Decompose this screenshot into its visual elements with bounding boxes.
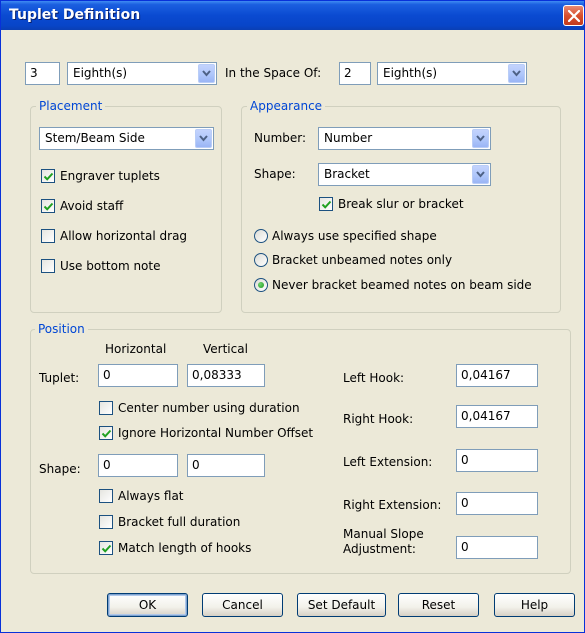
manual-slope-label-line2: Adjustment: (343, 542, 416, 556)
ignore-offset-label: Ignore Horizontal Number Offset (118, 426, 314, 440)
number-value: Number (324, 131, 373, 145)
avoid-staff-label: Avoid staff (60, 199, 124, 213)
left-extension-input[interactable]: 0 (456, 449, 538, 472)
cancel-button[interactable]: Cancel (202, 593, 283, 617)
help-button[interactable]: Help (494, 593, 575, 617)
manual-slope-input[interactable]: 0 (456, 536, 538, 559)
radio-bracket-unbeamed-label: Bracket unbeamed notes only (272, 253, 453, 267)
always-flat-checkbox[interactable] (99, 489, 113, 503)
left-hook-input[interactable]: 0,04167 (456, 364, 538, 387)
space-unit-select[interactable]: Eighth(s) (377, 62, 527, 85)
allow-horizontal-drag-label: Allow horizontal drag (60, 229, 188, 243)
tuplet-definition-dialog: Tuplet Definition 3 Eighth(s) In the Spa… (0, 0, 585, 633)
placement-value: Stem/Beam Side (45, 131, 145, 145)
right-extension-input[interactable]: 0 (456, 492, 538, 515)
horizontal-header: Horizontal (105, 342, 167, 356)
number-label: Number: (254, 131, 307, 145)
left-extension-label: Left Extension: (343, 455, 433, 469)
shape-value: Bracket (324, 167, 370, 181)
placement-select[interactable]: Stem/Beam Side (39, 127, 214, 150)
position-group-title: Position (35, 322, 88, 336)
break-slur-label: Break slur or bracket (338, 197, 464, 211)
chevron-down-icon[interactable] (472, 129, 489, 148)
appearance-group-title: Appearance (247, 99, 326, 113)
always-flat-label: Always flat (118, 489, 184, 503)
tuplet-position-label: Tuplet: (39, 371, 80, 385)
shape-vertical-input[interactable]: 0 (187, 454, 265, 477)
use-bottom-note-checkbox[interactable] (41, 259, 55, 273)
radio-selected-dot (258, 282, 264, 288)
tuplet-vertical-input[interactable]: 0,08333 (187, 364, 265, 387)
tuplet-unit-select[interactable]: Eighth(s) (67, 62, 217, 85)
match-hooks-label: Match length of hooks (118, 541, 252, 555)
right-hook-input[interactable]: 0,04167 (456, 405, 538, 428)
placement-group-title: Placement (36, 99, 106, 113)
break-slur-checkbox[interactable] (319, 197, 333, 211)
chevron-down-icon[interactable] (195, 129, 212, 148)
tuplet-unit-value: Eighth(s) (73, 66, 128, 80)
shape-position-label: Shape: (39, 462, 81, 476)
center-number-checkbox[interactable] (99, 401, 113, 415)
engraver-tuplets-label: Engraver tuplets (60, 169, 160, 183)
manual-slope-label-line1: Manual Slope (343, 527, 424, 541)
radio-always-use-shape-label: Always use specified shape (272, 229, 437, 243)
space-unit-value: Eighth(s) (383, 66, 438, 80)
allow-horizontal-drag-checkbox[interactable] (41, 229, 55, 243)
number-select[interactable]: Number (318, 127, 491, 150)
radio-never-bracket-label: Never bracket beamed notes on beam side (272, 278, 532, 292)
tuplet-horizontal-input[interactable]: 0 (98, 364, 178, 387)
chevron-down-icon[interactable] (508, 64, 525, 83)
right-extension-label: Right Extension: (343, 498, 442, 512)
right-hook-label: Right Hook: (343, 412, 414, 426)
title-bar[interactable]: Tuplet Definition (1, 1, 584, 30)
radio-always-use-shape[interactable] (254, 229, 268, 243)
radio-never-bracket[interactable] (254, 278, 268, 292)
bracket-full-duration-checkbox[interactable] (99, 515, 113, 529)
shape-appearance-label: Shape: (254, 167, 296, 181)
ok-button[interactable]: OK (107, 593, 188, 617)
window-title: Tuplet Definition (9, 7, 141, 23)
chevron-down-icon[interactable] (198, 64, 215, 83)
reset-button[interactable]: Reset (398, 593, 479, 617)
center-number-label: Center number using duration (118, 401, 300, 415)
in-space-of-label: In the Space Of: (225, 66, 322, 80)
bracket-full-duration-label: Bracket full duration (118, 515, 241, 529)
match-hooks-checkbox[interactable] (99, 541, 113, 555)
left-hook-label: Left Hook: (343, 371, 405, 385)
close-button[interactable] (563, 5, 584, 26)
ignore-offset-checkbox[interactable] (99, 426, 113, 440)
vertical-header: Vertical (203, 342, 248, 356)
engraver-tuplets-checkbox[interactable] (41, 169, 55, 183)
space-count-input[interactable]: 2 (339, 62, 371, 85)
set-default-button[interactable]: Set Default (297, 593, 386, 617)
avoid-staff-checkbox[interactable] (41, 199, 55, 213)
shape-select[interactable]: Bracket (318, 163, 491, 186)
radio-bracket-unbeamed[interactable] (254, 253, 268, 267)
tuplet-count-input[interactable]: 3 (25, 62, 60, 85)
use-bottom-note-label: Use bottom note (60, 259, 161, 273)
shape-horizontal-input[interactable]: 0 (98, 454, 178, 477)
chevron-down-icon[interactable] (472, 165, 489, 184)
